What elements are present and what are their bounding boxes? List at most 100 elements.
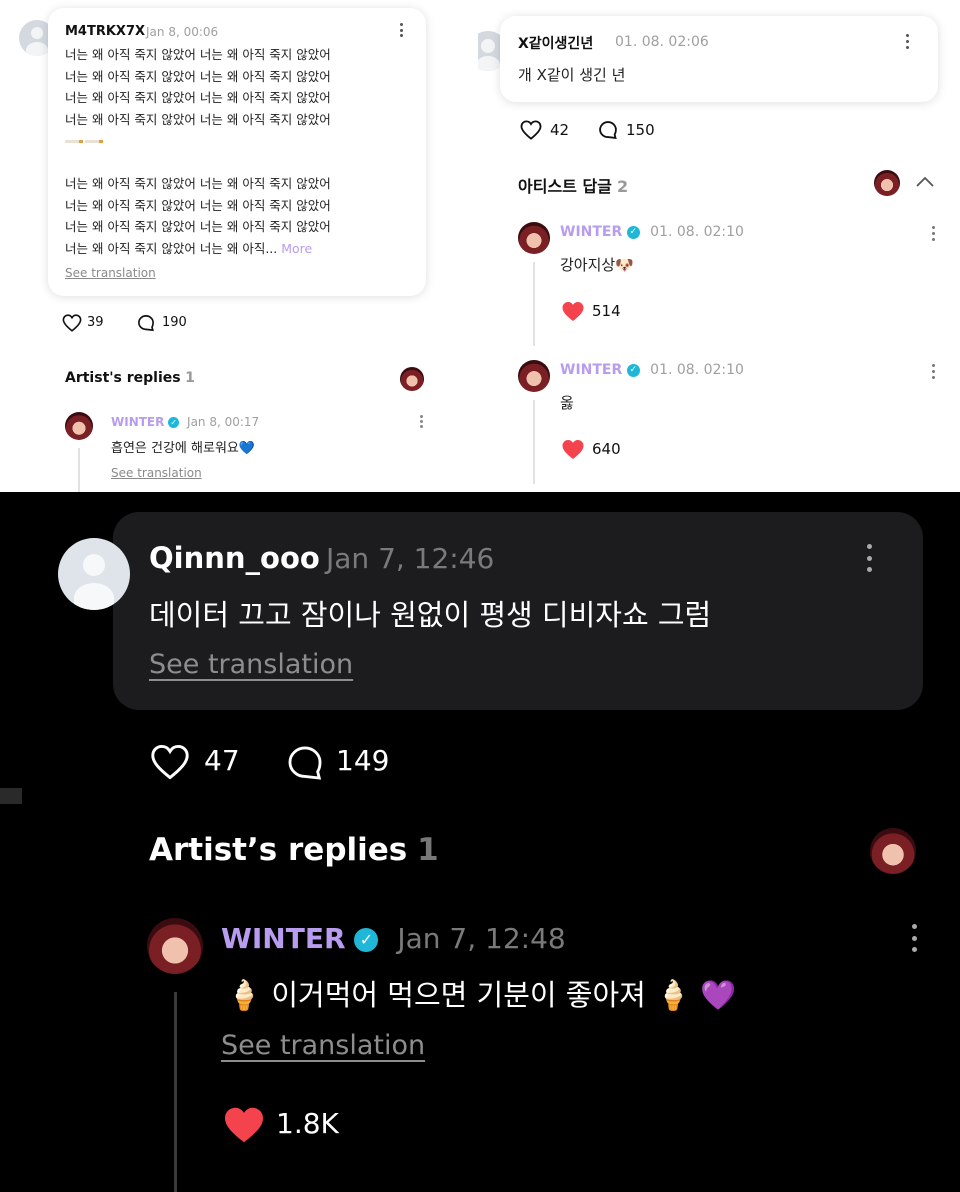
reply-time: 01. 08. 02:10 [650, 362, 744, 378]
panel-top-right: X같이생긴년 01. 08. 02:06 개 X같이 생긴 년 42 150 아… [478, 0, 960, 492]
heart-icon[interactable] [62, 314, 82, 332]
verified-badge-icon: ✓ [354, 928, 379, 952]
heart-icon[interactable] [520, 120, 542, 140]
heart-filled-icon[interactable] [222, 1106, 266, 1144]
chevron-up-icon[interactable] [915, 176, 935, 188]
ice-cream-emoji: 🍦 [655, 978, 692, 1012]
artist-replies-header[interactable]: Artist's replies 1 [65, 370, 195, 386]
panel-top-left: M4TRKX7X Jan 8, 00:06 너는 왜 아직 죽지 않았어 너는 … [0, 0, 478, 492]
more-options-icon[interactable] [905, 34, 909, 49]
artist-avatar-small [870, 828, 916, 874]
reply-text: 이거먹어 먹으면 기분이 좋아져 [271, 978, 646, 1012]
artist-avatar[interactable] [65, 412, 93, 440]
reply-like-count: 1.8K [276, 1107, 339, 1140]
comment-line: 너는 왜 아직 죽지 않았어 너는 왜 아직 죽지 않았어 [65, 111, 331, 127]
see-translation-link[interactable]: See translation [111, 466, 202, 480]
reply-count: 149 [336, 744, 390, 777]
verified-badge-icon: ✓ [626, 225, 640, 239]
artist-avatar-small [874, 170, 900, 196]
dog-emoji: 🐶 [615, 256, 634, 274]
ice-cream-emoji: 🍦 [226, 978, 263, 1012]
comment-bubble: M4TRKX7X Jan 8, 00:06 너는 왜 아직 죽지 않았어 너는 … [48, 8, 426, 296]
artist-replies-count: 1 [185, 370, 195, 386]
more-options-icon[interactable] [911, 924, 917, 952]
comment-bubble: X같이생긴년 01. 08. 02:06 개 X같이 생긴 년 [500, 16, 938, 102]
cigarette-emojis [65, 130, 331, 152]
comment-icon[interactable] [286, 744, 324, 782]
heart-filled-icon[interactable] [561, 301, 585, 322]
comment-line: 너는 왜 아직 죽지 않았어 너는 왜 아직 죽지 않았어 [65, 219, 331, 234]
reply-count: 150 [626, 121, 655, 139]
verified-badge-icon: ✓ [168, 417, 180, 428]
more-options-icon[interactable] [866, 544, 872, 572]
artist-avatar[interactable] [518, 360, 550, 392]
thread-line [78, 448, 80, 492]
edge-artifact [0, 788, 22, 804]
purple-heart-emoji: 💜 [700, 978, 737, 1012]
comment-line: 너는 왜 아직 죽지 않았어 너는 왜 아직 죽지 않았어 [65, 68, 331, 84]
comment-body: 개 X같이 생긴 년 [518, 66, 626, 84]
reply-like-count: 514 [592, 302, 621, 320]
comment-line: 너는 왜 아직 죽지 않았어 너는 왜 아직 죽지 않았어 [65, 197, 331, 213]
comment-username[interactable]: M4TRKX7X [65, 24, 145, 39]
more-options-icon[interactable] [399, 23, 403, 37]
comment-icon[interactable] [598, 120, 618, 140]
comment-username[interactable]: X같이생긴년 [518, 33, 593, 53]
comment-line: 너는 왜 아직 죽지 않았어 너는 왜 아직 죽지 않았어 [65, 47, 331, 62]
artist-replies-header[interactable]: Artist’s replies 1 [149, 832, 439, 868]
artist-avatar[interactable] [518, 222, 550, 254]
comment-line: 너는 왜 아직 죽지 않았어 너는 왜 아직 죽지 않았어 [65, 176, 331, 191]
comment-time: 01. 08. 02:06 [615, 34, 709, 50]
artist-replies-label: Artist’s replies [149, 832, 408, 868]
reply-count: 190 [162, 315, 187, 330]
reply-username[interactable]: WINTER [560, 362, 622, 378]
reply-time: 01. 08. 02:10 [650, 224, 744, 240]
reply-username[interactable]: WINTER [221, 922, 346, 955]
see-translation-link[interactable]: See translation [149, 649, 353, 680]
comment-line: 너는 왜 아직 죽지 않았어 너는 왜 아직 죽지 않았어 [65, 90, 331, 105]
comment-icon[interactable] [137, 314, 155, 332]
reply-username[interactable]: WINTER [111, 415, 164, 429]
heart-icon[interactable] [150, 744, 190, 780]
reply-text-row: 🍦 이거먹어 먹으면 기분이 좋아져 🍦 💜 [226, 972, 736, 1014]
comment-username[interactable]: Qinnn_ooo [149, 541, 320, 575]
artist-replies-count: 2 [616, 177, 629, 196]
comment-time: Jan 8, 00:06 [146, 25, 219, 39]
thread-line [174, 992, 177, 1192]
artist-replies-label: Artist's replies [65, 370, 181, 386]
more-options-icon[interactable] [419, 415, 423, 428]
commenter-avatar[interactable] [58, 538, 130, 610]
thread-line [533, 400, 535, 484]
reply-text: 흡연은 건강에 해로워요 [111, 441, 239, 456]
reply-header: WINTER ✓ Jan 7, 12:48 [221, 922, 566, 955]
artist-avatar-small [400, 367, 424, 391]
reply-text-row: 흡연은 건강에 해로워요💙 [111, 437, 255, 456]
panel-bottom-dark: Qinnn_ooo Jan 7, 12:46 데이터 끄고 잠이나 원없이 평생… [0, 492, 960, 1192]
comment-body: 데이터 끄고 잠이나 원없이 평생 디비자쇼 그럼 [149, 598, 712, 632]
comment-time: Jan 7, 12:46 [326, 542, 495, 575]
like-count: 47 [204, 744, 240, 777]
comment-line: 너는 왜 아직 죽지 않았어 너는 왜 아직... [65, 240, 278, 256]
see-translation-link[interactable]: See translation [221, 1030, 425, 1061]
more-link[interactable]: More [281, 241, 312, 256]
artist-replies-count: 1 [417, 832, 439, 868]
artist-replies-header[interactable]: 아티스트 답글 2 [518, 173, 628, 197]
verified-badge-icon: ✓ [626, 363, 640, 377]
reply-text: 옳 [560, 394, 574, 412]
reply-header: WINTER ✓ 01. 08. 02:10 [560, 224, 744, 240]
more-options-icon[interactable] [931, 226, 935, 241]
reply-username[interactable]: WINTER [560, 224, 622, 240]
see-translation-link[interactable]: See translation [65, 266, 156, 280]
reply-text: 강아지상 [560, 256, 616, 274]
artist-avatar[interactable] [147, 918, 203, 974]
heart-filled-icon[interactable] [561, 439, 585, 460]
more-options-icon[interactable] [931, 364, 935, 379]
reply-like-count: 640 [592, 440, 621, 458]
reply-time: Jan 7, 12:48 [397, 922, 566, 955]
reply-time: Jan 8, 00:17 [187, 415, 260, 429]
reply-header: WINTER ✓ Jan 8, 00:17 [111, 415, 259, 429]
like-count: 39 [87, 315, 104, 330]
comment-body: 너는 왜 아직 죽지 않았어 너는 왜 아직 죽지 않았어 너는 왜 아직 죽지… [65, 44, 331, 259]
thread-line [533, 262, 535, 346]
reply-header: WINTER ✓ 01. 08. 02:10 [560, 362, 744, 378]
